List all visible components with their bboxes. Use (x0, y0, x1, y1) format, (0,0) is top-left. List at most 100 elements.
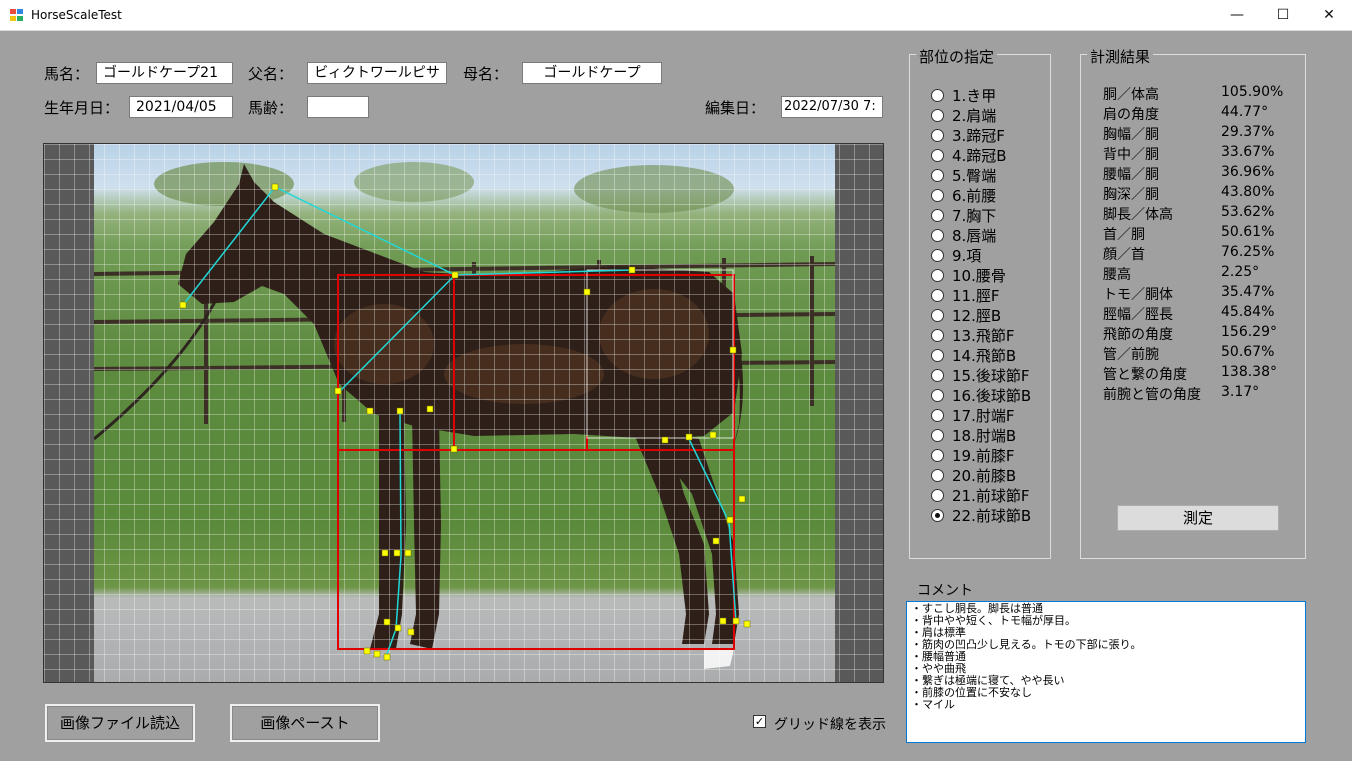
radio-button[interactable] (931, 408, 944, 422)
grid-checkbox-label[interactable]: グリッド線を表示 (774, 714, 886, 734)
marker-knee-f[interactable] (381, 549, 389, 557)
marker-hind-fetlock-f[interactable] (719, 617, 727, 625)
radio-button[interactable] (931, 88, 944, 102)
birthdate-field[interactable]: 2021/04/05 (129, 96, 233, 118)
radio-button[interactable] (931, 128, 944, 142)
marker-poll[interactable] (271, 183, 279, 191)
result-value: 53.62% (1221, 204, 1275, 220)
title-bar: HorseScaleTest — ☐ ✕ (0, 0, 1352, 31)
dam-field[interactable]: ゴールドケープ (522, 62, 662, 84)
marker-buttock[interactable] (729, 346, 737, 354)
marker-flank[interactable] (709, 431, 717, 439)
result-name: 管／前腕 (1103, 347, 1159, 363)
part-radio-18[interactable]: 18.肘端B (931, 425, 1016, 445)
marker-brisket[interactable] (450, 445, 458, 453)
marker-elbow-f[interactable] (366, 407, 374, 415)
part-radio-11[interactable]: 11.脛F (931, 285, 999, 305)
radio-label: 22.前球節B (952, 506, 1032, 525)
marker-hind-fetlock-b[interactable] (732, 617, 740, 625)
part-radio-3[interactable]: 3.蹄冠F (931, 125, 1005, 145)
close-button[interactable]: ✕ (1306, 0, 1352, 31)
radio-label: 1.き甲 (952, 86, 997, 105)
radio-label: 12.脛B (952, 306, 1002, 325)
marker-fore-hoof-f[interactable] (363, 647, 371, 655)
horse-name-field[interactable]: ゴールドケープ21 (96, 62, 233, 84)
radio-button[interactable] (931, 248, 944, 262)
radio-button[interactable] (931, 328, 944, 342)
part-radio-14[interactable]: 14.飛節B (931, 345, 1016, 365)
part-radio-2[interactable]: 2.肩端 (931, 105, 996, 125)
load-image-button[interactable]: 画像ファイル読込 (45, 704, 195, 742)
marker-stifle-f[interactable] (661, 436, 669, 444)
part-radio-4[interactable]: 4.蹄冠B (931, 145, 1007, 165)
part-radio-12[interactable]: 12.脛B (931, 305, 1001, 325)
part-radio-8[interactable]: 8.唇端 (931, 225, 996, 245)
marker-croup[interactable] (628, 266, 636, 274)
marker-fore-fetlock-b[interactable] (394, 624, 402, 632)
paste-image-button[interactable]: 画像ペースト (230, 704, 380, 742)
result-row: 背中／胴 33.67% (1103, 144, 1274, 164)
radio-button[interactable] (931, 388, 944, 402)
sire-field[interactable]: ビィクトワールピサ (307, 62, 447, 84)
part-radio-21[interactable]: 21.前球節F (931, 485, 1029, 505)
marker-fore-fetlock-f[interactable] (383, 618, 391, 626)
result-name: トモ／胴体 (1103, 287, 1173, 303)
marker-chest[interactable] (426, 405, 434, 413)
radio-button[interactable] (931, 348, 944, 362)
marker-knee-mid[interactable] (393, 549, 401, 557)
part-radio-6[interactable]: 6.前腰 (931, 185, 996, 205)
minimize-button[interactable]: — (1214, 0, 1260, 31)
radio-button[interactable] (931, 448, 944, 462)
radio-button[interactable] (931, 308, 944, 322)
maximize-button[interactable]: ☐ (1260, 0, 1306, 31)
measure-button[interactable]: 測定 (1117, 505, 1279, 531)
part-radio-10[interactable]: 10.腰骨 (931, 265, 1006, 285)
marker-hock-b[interactable] (738, 495, 746, 503)
edit-date-field[interactable]: 2022/07/30 7: (781, 96, 883, 118)
radio-button[interactable] (931, 108, 944, 122)
part-radio-22[interactable]: 22.前球節B (931, 505, 1031, 525)
image-canvas[interactable] (43, 143, 884, 683)
marker-withers[interactable] (451, 271, 459, 279)
part-radio-9[interactable]: 9.項 (931, 245, 981, 265)
radio-button[interactable] (931, 488, 944, 502)
radio-button[interactable] (931, 228, 944, 242)
marker-cannon-hind[interactable] (712, 537, 720, 545)
marker-elbow-b[interactable] (396, 407, 404, 415)
marker-fore-coronet[interactable] (383, 653, 391, 661)
marker-knee-b[interactable] (404, 549, 412, 557)
radio-button[interactable] (931, 168, 944, 182)
marker-shoulder-point[interactable] (334, 387, 342, 395)
part-radio-17[interactable]: 17.肘端F (931, 405, 1014, 425)
part-radio-19[interactable]: 19.前膝F (931, 445, 1014, 465)
marker-fore-hoof-b[interactable] (373, 650, 381, 658)
radio-button[interactable] (931, 268, 944, 282)
age-field[interactable] (307, 96, 369, 118)
radio-button[interactable] (931, 148, 944, 162)
radio-button[interactable] (931, 368, 944, 382)
result-row: 腰幅／胴 36.96% (1103, 164, 1274, 184)
radio-button[interactable] (931, 208, 944, 222)
part-radio-7[interactable]: 7.胸下 (931, 205, 996, 225)
part-radio-15[interactable]: 15.後球節F (931, 365, 1029, 385)
radio-button[interactable] (931, 288, 944, 302)
radio-button[interactable] (931, 468, 944, 482)
radio-button[interactable] (931, 188, 944, 202)
result-row: トモ／胴体 35.47% (1103, 284, 1274, 304)
radio-button[interactable] (931, 428, 944, 442)
part-radio-5[interactable]: 5.臀端 (931, 165, 996, 185)
part-radio-16[interactable]: 16.後球節B (931, 385, 1031, 405)
marker-lip[interactable] (179, 301, 187, 309)
radio-button[interactable] (931, 508, 944, 522)
marker-hind-pastern[interactable] (743, 620, 751, 628)
marker-hip-bone[interactable] (583, 288, 591, 296)
marker-fore-pastern[interactable] (407, 628, 415, 636)
marker-hock-f[interactable] (726, 516, 734, 524)
radio-label: 16.後球節B (952, 386, 1032, 405)
part-radio-20[interactable]: 20.前膝B (931, 465, 1016, 485)
part-radio-1[interactable]: 1.き甲 (931, 85, 996, 105)
marker-stifle-b[interactable] (685, 433, 693, 441)
comment-textarea[interactable]: ・すこし胴長。脚長は普通 ・背中やや短く、トモ幅が厚目。 ・肩は標準 ・筋肉の凹凸少し… (906, 601, 1306, 743)
part-radio-13[interactable]: 13.飛節F (931, 325, 1014, 345)
grid-checkbox[interactable]: ✓ (753, 715, 766, 728)
